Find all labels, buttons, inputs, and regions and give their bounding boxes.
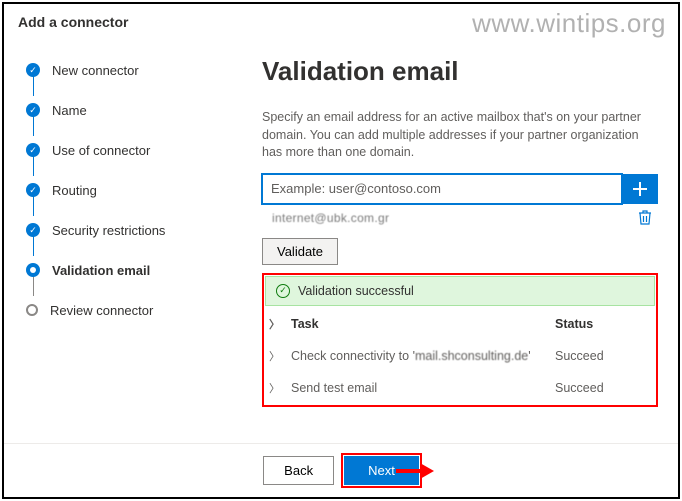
step-label: Review connector xyxy=(50,303,153,318)
step-label: Security restrictions xyxy=(52,223,165,238)
task-cell: Send test email xyxy=(291,381,555,395)
dialog-footer: Back Next xyxy=(4,443,678,497)
chevron-right-icon[interactable]: 〉 xyxy=(269,316,291,332)
dialog-body: ✓ New connector ✓ Name ✓ Use of connecto… xyxy=(4,38,678,438)
success-banner: ✓ Validation successful xyxy=(265,276,655,306)
table-header: 〉 Task Status xyxy=(265,308,655,340)
added-email-text: internet@ubk.com.gr xyxy=(272,211,389,225)
step-name[interactable]: ✓ Name xyxy=(26,90,218,130)
step-security-restrictions[interactable]: ✓ Security restrictions xyxy=(26,210,218,250)
trash-icon xyxy=(638,210,652,226)
current-step-icon xyxy=(26,263,40,277)
step-label: New connector xyxy=(52,63,139,78)
task-header-label: Task xyxy=(291,317,555,331)
check-icon: ✓ xyxy=(26,103,40,117)
step-new-connector[interactable]: ✓ New connector xyxy=(26,50,218,90)
success-message: Validation successful xyxy=(298,284,414,298)
plus-icon xyxy=(632,181,648,197)
annotation-arrow-icon xyxy=(394,459,434,483)
page-title: Validation email xyxy=(262,56,658,87)
step-nav: ✓ New connector ✓ Name ✓ Use of connecto… xyxy=(18,38,218,438)
check-icon: ✓ xyxy=(26,63,40,77)
added-email-row: internet@ubk.com.gr xyxy=(262,206,658,230)
check-icon: ✓ xyxy=(26,223,40,237)
main-panel: Validation email Specify an email addres… xyxy=(218,38,664,438)
page-description: Specify an email address for an active m… xyxy=(262,109,658,162)
step-validation-email[interactable]: Validation email xyxy=(26,250,218,290)
task-table: 〉 Task Status 〉 Check connectivity to 'm… xyxy=(265,308,655,404)
chevron-right-icon[interactable]: 〉 xyxy=(269,380,291,396)
status-header-label: Status xyxy=(555,317,645,331)
task-cell: Check connectivity to 'mail.shconsulting… xyxy=(291,349,555,363)
validate-button[interactable]: Validate xyxy=(262,238,338,265)
step-label: Validation email xyxy=(52,263,150,278)
pending-step-icon xyxy=(26,304,38,316)
dialog-title: Add a connector xyxy=(4,4,678,38)
step-use-of-connector[interactable]: ✓ Use of connector xyxy=(26,130,218,170)
delete-button[interactable] xyxy=(638,210,654,226)
check-icon: ✓ xyxy=(26,143,40,157)
status-cell: Succeed xyxy=(555,381,645,395)
add-button[interactable] xyxy=(622,174,658,204)
step-routing[interactable]: ✓ Routing xyxy=(26,170,218,210)
status-cell: Succeed xyxy=(555,349,645,363)
back-button[interactable]: Back xyxy=(263,456,334,485)
step-label: Use of connector xyxy=(52,143,150,158)
dialog-frame: www.wintips.org Add a connector ✓ New co… xyxy=(2,2,680,499)
table-row: 〉 Send test email Succeed xyxy=(265,372,655,404)
step-label: Routing xyxy=(52,183,97,198)
check-icon: ✓ xyxy=(26,183,40,197)
email-input-row xyxy=(262,174,658,204)
step-review-connector[interactable]: Review connector xyxy=(26,290,218,330)
chevron-right-icon[interactable]: 〉 xyxy=(269,348,291,364)
success-check-icon: ✓ xyxy=(276,284,290,298)
step-label: Name xyxy=(52,103,87,118)
validation-results: ✓ Validation successful 〉 Task Status 〉 … xyxy=(262,273,658,407)
email-input[interactable] xyxy=(262,174,622,204)
table-row: 〉 Check connectivity to 'mail.shconsulti… xyxy=(265,340,655,372)
